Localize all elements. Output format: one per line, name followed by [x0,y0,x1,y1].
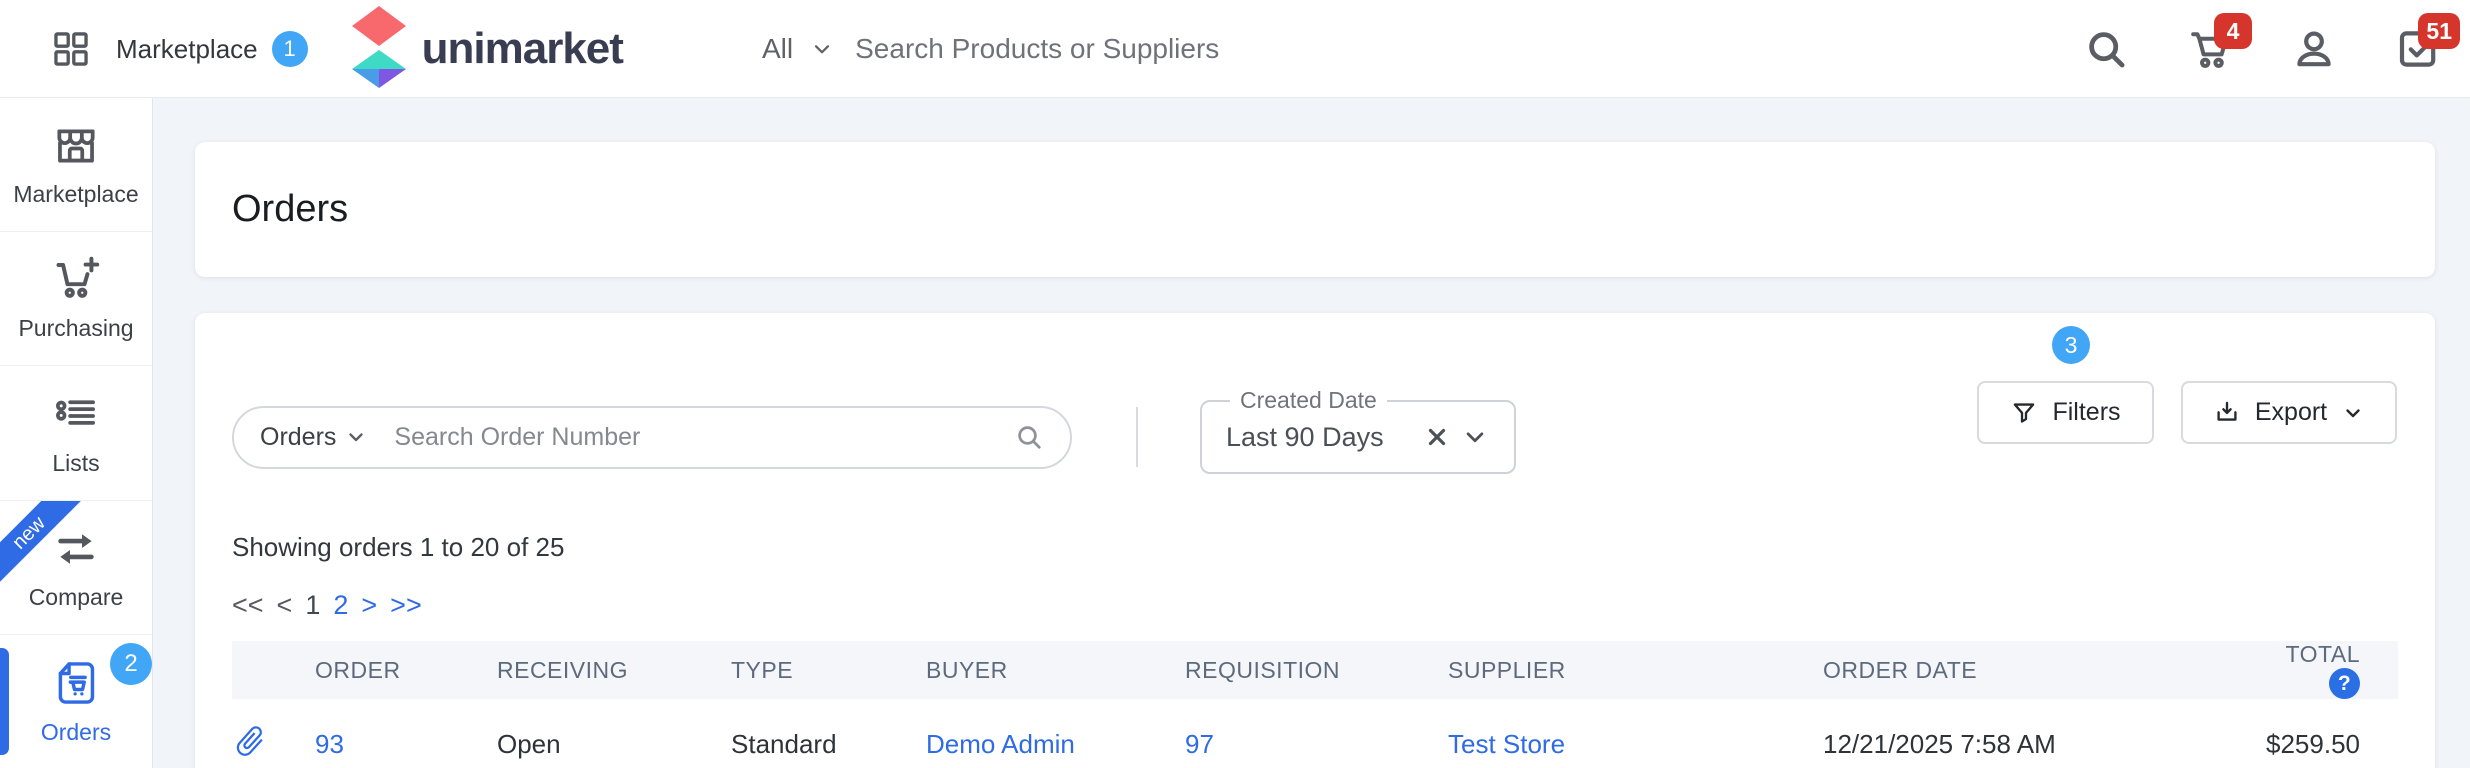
order-document-icon [50,657,102,709]
orders-panel: 3 Filters Export Orders [195,313,2435,768]
account-icon[interactable] [2288,23,2340,75]
pagination: << < 1 2 > >> [232,590,2398,621]
filters-count-badge: 3 [2052,326,2090,364]
column-receiving: RECEIVING [497,641,731,705]
cart-count-badge: 4 [2214,13,2252,49]
pagination-next[interactable]: > [361,590,377,621]
topbar-left: Marketplace 1 unimarket [50,0,623,98]
global-search-input[interactable] [855,33,1275,65]
sidebar-item-label: Purchasing [18,315,133,342]
orders-table: ORDER RECEIVING TYPE BUYER REQUISITION S… [232,641,2398,768]
order-search-scope-value: Orders [260,423,336,452]
column-buyer: BUYER [926,641,1185,705]
column-total-label: TOTAL [2286,641,2361,667]
topbar-icons: 4 51 [2080,0,2444,98]
column-total: TOTAL? [2243,641,2398,705]
global-search: All [762,0,1275,98]
marketplace-count-badge: 1 [272,31,308,67]
sidebar-item-lists[interactable]: Lists [0,366,152,500]
unimarket-wordmark[interactable]: unimarket [422,24,623,74]
sidebar: Marketplace Purchasing Lists new Compare [0,98,153,768]
table-row: 93 Open Standard Demo Admin 97 Test Stor… [232,705,2398,768]
buyer-link[interactable]: Demo Admin [926,729,1075,759]
storefront-icon [51,121,101,171]
created-date-filter[interactable]: Created Date Last 90 Days [1200,400,1516,474]
filters-button[interactable]: Filters [1977,381,2154,444]
chevron-down-icon [344,425,368,449]
pagination-page-1[interactable]: 1 [305,590,320,621]
toolbar-divider [1136,407,1138,467]
sidebar-item-label: Marketplace [13,181,138,208]
sidebar-item-label: Compare [29,584,124,611]
top-bar: Marketplace 1 unimarket All [0,0,2470,98]
column-requisition: REQUISITION [1185,641,1448,705]
sidebar-item-marketplace[interactable]: Marketplace [0,98,152,232]
apps-grid-icon[interactable] [50,28,92,70]
search-icon[interactable] [1014,422,1044,452]
search-scope-value: All [762,33,793,65]
requisition-link[interactable]: 97 [1185,729,1214,759]
column-type: TYPE [731,641,926,705]
order-date-cell: 12/21/2025 7:58 AM [1823,705,2243,768]
orders-count-badge: 2 [110,643,152,685]
export-button-label: Export [2255,398,2327,427]
sidebar-item-label: Orders [41,719,111,746]
order-number-link[interactable]: 93 [315,729,344,759]
total-help-icon[interactable]: ? [2329,668,2360,699]
column-supplier: SUPPLIER [1448,641,1823,705]
pagination-prev[interactable]: < [277,590,293,621]
unimarket-logo-icon[interactable] [350,6,408,93]
attachment-cell [232,705,315,768]
cart-plus-icon [51,255,101,305]
type-cell: Standard [731,705,926,768]
created-date-label: Created Date [1230,387,1387,414]
pagination-last[interactable]: >> [390,590,422,621]
main-content: Orders 3 Filters Export Orders [153,98,2470,768]
marketplace-menu[interactable]: Marketplace [116,34,258,65]
filters-button-label: Filters [2052,398,2120,427]
paperclip-icon[interactable] [225,715,276,766]
list-icon [51,390,101,440]
sidebar-item-orders[interactable]: Orders 2 [0,635,152,768]
chevron-down-icon[interactable] [1460,422,1490,452]
tasks-count-badge: 51 [2418,13,2460,49]
search-scope-dropdown[interactable]: All [762,33,835,65]
sidebar-item-compare[interactable]: new Compare [0,501,152,635]
tasks-icon[interactable]: 51 [2392,23,2444,75]
created-date-value: Last 90 Days [1226,422,1424,453]
cart-icon[interactable]: 4 [2184,23,2236,75]
download-icon [2213,399,2241,427]
sidebar-item-label: Lists [52,450,99,477]
clear-x-icon[interactable] [1424,424,1450,450]
search-icon[interactable] [2080,23,2132,75]
column-attachment [232,641,315,705]
pagination-first[interactable]: << [232,590,264,621]
order-number-search-input[interactable] [394,423,1014,452]
filter-funnel-icon [2010,399,2038,427]
supplier-link[interactable]: Test Store [1448,729,1565,759]
column-order: ORDER [315,641,497,705]
compare-arrows-icon [51,524,101,574]
chevron-down-icon [2341,401,2365,425]
column-order-date: ORDER DATE [1823,641,2243,705]
page-title: Orders [232,188,348,231]
page-header-card: Orders [195,142,2435,277]
export-button[interactable]: Export [2181,381,2397,444]
order-search-box: Orders [232,406,1072,469]
results-summary: Showing orders 1 to 20 of 25 [232,532,2398,563]
order-search-scope-dropdown[interactable]: Orders [260,423,368,452]
chevron-down-icon [809,36,835,62]
receiving-cell: Open [497,705,731,768]
pagination-page-2[interactable]: 2 [333,590,348,621]
table-header-row: ORDER RECEIVING TYPE BUYER REQUISITION S… [232,641,2398,705]
active-indicator-bar [0,648,9,755]
sidebar-item-purchasing[interactable]: Purchasing [0,232,152,366]
total-cell: $259.50 [2243,705,2398,768]
